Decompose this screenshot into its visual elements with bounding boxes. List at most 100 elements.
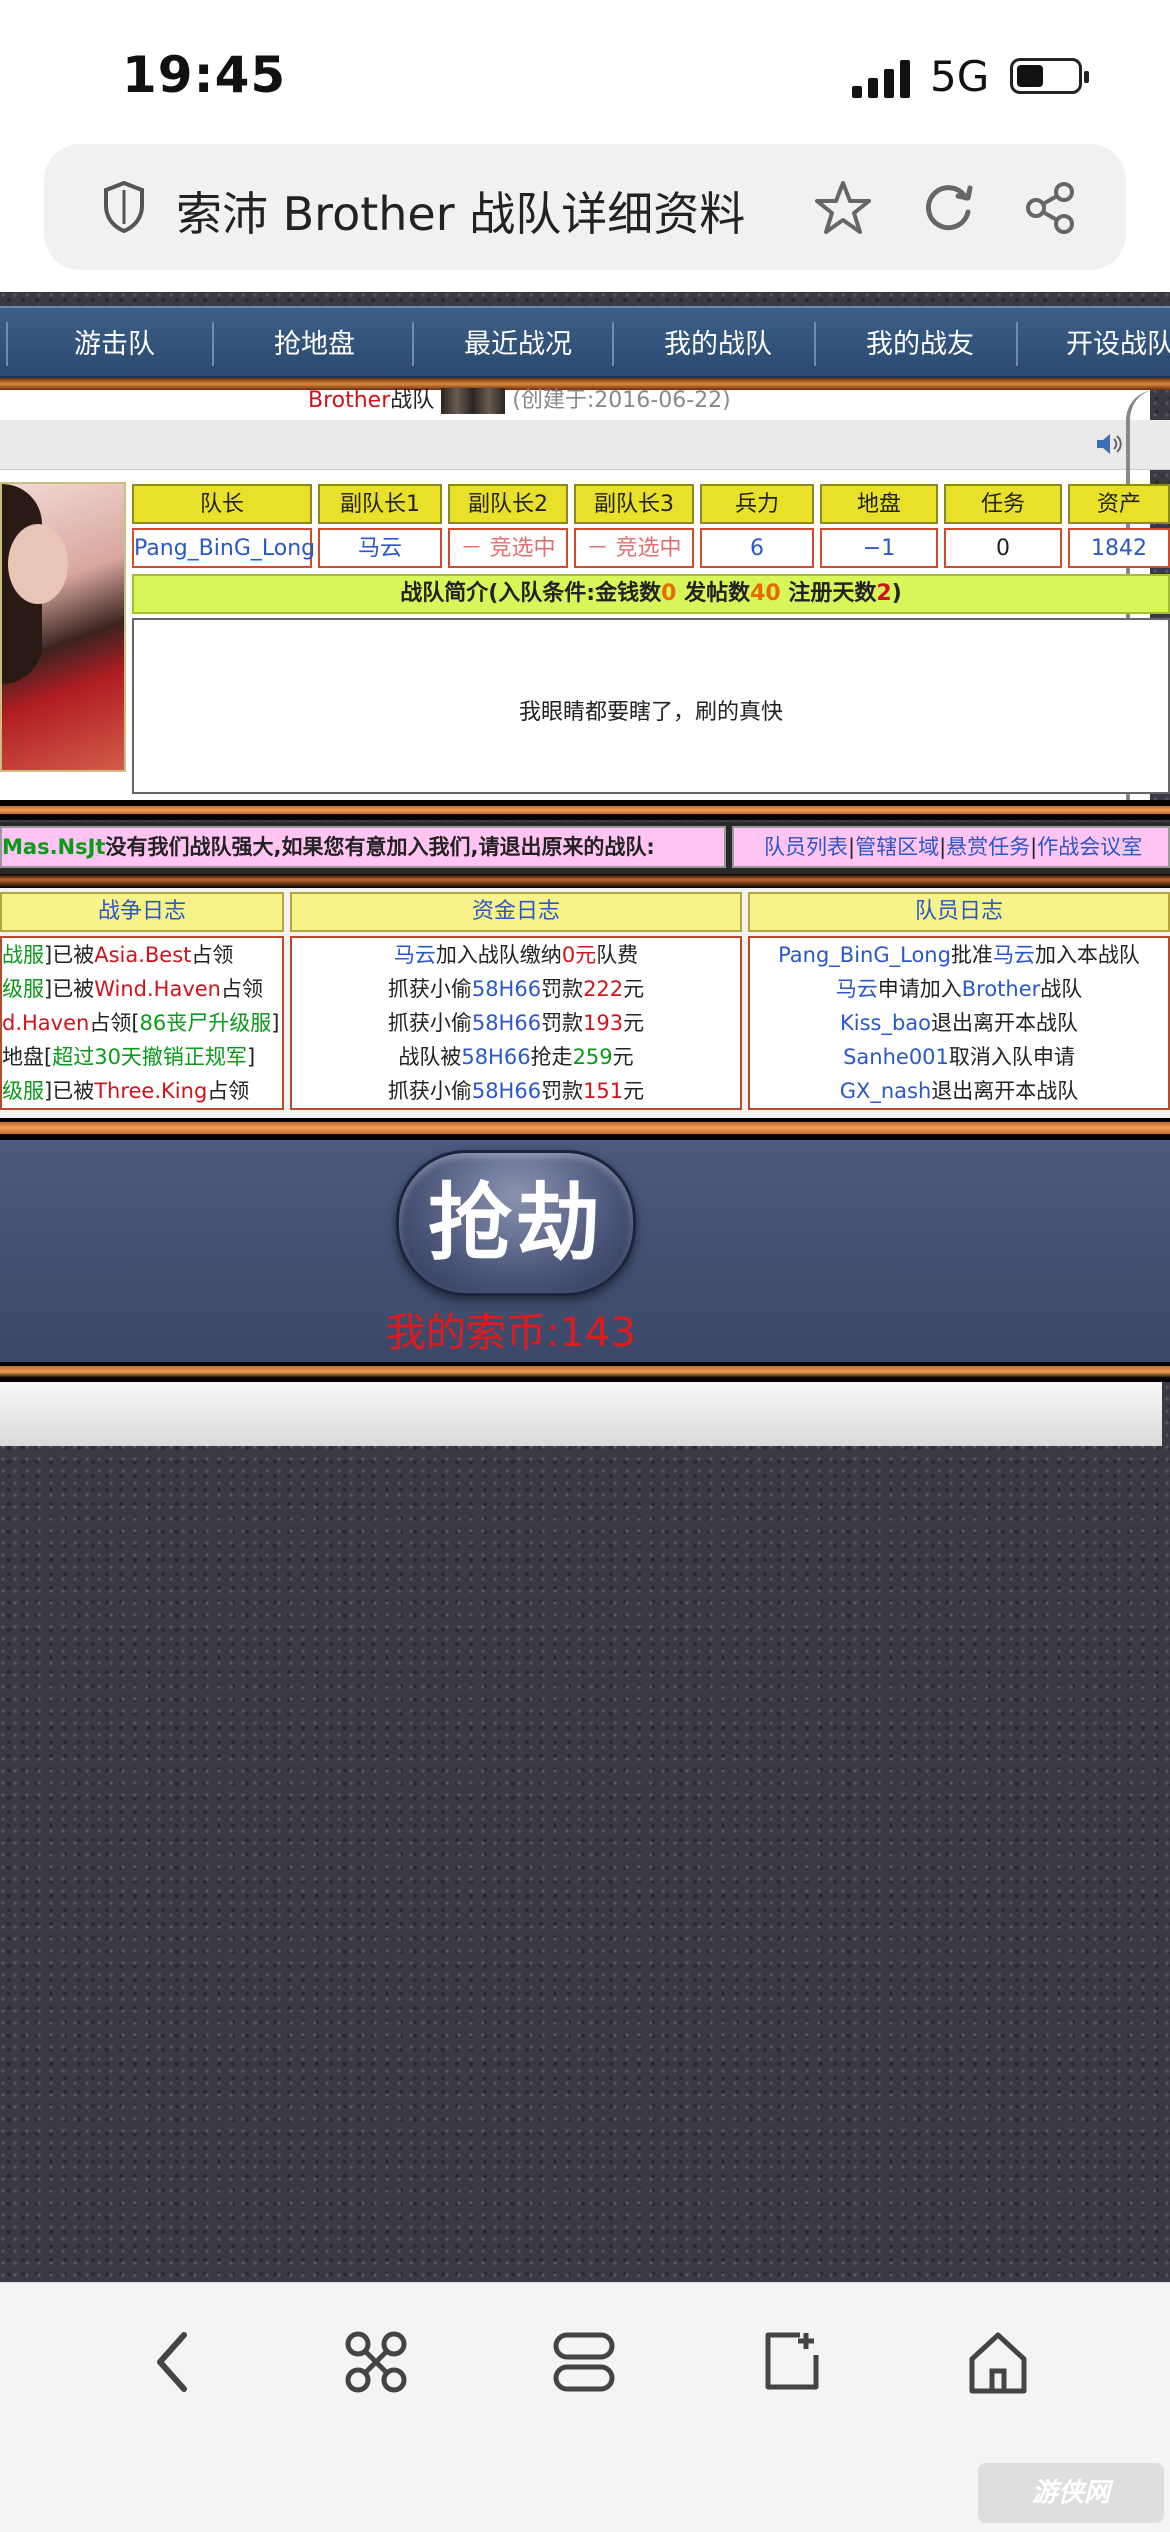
member-log-entry: Kiss_bao退出离开本战队	[839, 1011, 1079, 1035]
star-bookmark-icon[interactable]	[814, 180, 872, 236]
rob-button[interactable]: 抢劫	[396, 1150, 636, 1296]
toolbar-row	[0, 420, 1170, 470]
member-log-entry: GX_nash退出离开本战队	[839, 1079, 1079, 1103]
member-log-entry: 马云申请加入Brother战队	[835, 977, 1083, 1001]
site-watermark-logo: 游侠网	[978, 2463, 1164, 2523]
money-log-entry: 抓获小偷58H66罚款222元	[387, 977, 645, 1001]
roster-troops-value[interactable]: 6	[700, 528, 814, 568]
member-log-title: 队员日志	[748, 892, 1170, 932]
money-log-entry: 抓获小偷58H66罚款193元	[387, 1011, 645, 1035]
my-coins-balance: 我的索币:143	[386, 1310, 636, 1356]
war-log-entry: 级服]已被Wind.Haven占领	[2, 977, 263, 1001]
roster-header-tasks: 任务	[944, 484, 1062, 524]
intro-posts-value: 40	[750, 581, 781, 606]
money-log-entry: 马云加入战队缴纳0元队费	[393, 943, 639, 967]
intro-money-value: 0	[661, 581, 677, 606]
intro-label: 战队简介	[400, 581, 489, 606]
nav-separator	[612, 322, 614, 366]
intro-posts-label: 发帖数	[676, 581, 751, 606]
nav-create-team[interactable]: 开设战队	[1066, 322, 1170, 361]
money-log-title: 资金日志	[290, 892, 742, 932]
roster-vice3-status[interactable]: － 竞选中 －	[574, 528, 694, 599]
tabs-icon[interactable]	[552, 2327, 616, 2397]
apps-icon[interactable]	[344, 2327, 408, 2397]
intro-close-paren: )	[891, 581, 902, 606]
roster-header-assets: 资产	[1068, 484, 1170, 524]
recruit-bar: Mas.NsJt没有我们战队强大,如果您有意加入我们,请退出原来的战队: 队员列…	[0, 822, 1170, 874]
war-log-entry: 地盘[超过30天撤销正规军]	[2, 1045, 256, 1069]
war-log-entry: d.Haven占领[86丧尸升级服]	[2, 1011, 280, 1035]
war-log-entry: 战服]已被Asia.Best占领	[2, 943, 234, 967]
roster-header-vice3: 副队长3	[574, 484, 694, 524]
web-page-content: 游击队 抢地盘 最近战况 我的战队 我的战友 开设战队 Brother战队 (创…	[0, 292, 1170, 2282]
team-intro-box: 我眼睛都要瞎了，刷的真快	[132, 618, 1170, 794]
roster-territory-value[interactable]: −1	[820, 528, 938, 568]
battery-icon	[1010, 58, 1089, 94]
share-icon[interactable]	[1022, 180, 1078, 236]
address-bar[interactable]: 索沛 Brother 战队详细资料	[44, 144, 1126, 270]
team-intro-text: 我眼睛都要瞎了，刷的真快	[518, 700, 783, 725]
team-suffix: 战队	[390, 388, 435, 413]
nav-separator	[212, 322, 214, 366]
war-log-entry: 级服]已被Three.King占领	[2, 1079, 250, 1103]
roster-vice1-link[interactable]: 马云	[318, 528, 442, 568]
money-log-entry: 抓获小偷58H66罚款151元	[387, 1079, 645, 1103]
war-log-list: 战服]已被Asia.Best占领 级服]已被Wind.Haven占领 d.Hav…	[0, 936, 284, 1110]
roster-vice2-status[interactable]: － 竞选中 －	[448, 528, 568, 599]
link-jurisdiction[interactable]: 管辖区域	[855, 835, 939, 859]
recruit-text: 没有我们战队强大,如果您有意加入我们,请退出原来的战队:	[105, 835, 655, 859]
roster-header-vice1: 副队长1	[318, 484, 442, 524]
divider-stripe	[0, 874, 1170, 888]
roster-assets-value[interactable]: 1842	[1068, 528, 1170, 568]
rival-team-name[interactable]: Mas.NsJt	[2, 835, 105, 859]
nav-grab-territory[interactable]: 抢地盘	[274, 322, 355, 361]
home-icon[interactable]	[966, 2327, 1030, 2397]
cellular-signal-icon	[852, 60, 910, 98]
roster-tasks-value: 0	[944, 528, 1062, 568]
network-type: 5G	[930, 52, 990, 101]
team-leader-avatar[interactable]	[0, 482, 126, 772]
page-title: 索沛 Brother 战队详细资料	[176, 187, 746, 241]
nav-separator	[6, 322, 8, 366]
recruit-message: Mas.NsJt没有我们战队强大,如果您有意加入我们,请退出原来的战队:	[0, 826, 726, 868]
nav-separator	[814, 322, 816, 366]
roster-header-territory: 地盘	[820, 484, 938, 524]
top-navigation: 游击队 抢地盘 最近战况 我的战队 我的战友 开设战队	[0, 306, 1170, 378]
nav-guerrilla[interactable]: 游击队	[74, 322, 155, 361]
back-icon[interactable]	[150, 2327, 194, 2397]
roster-header-troops: 兵力	[700, 484, 814, 524]
team-created-date: (创建于:2016-06-22)	[512, 388, 731, 413]
nav-separator	[1016, 322, 1018, 366]
money-log-entry: 战队被58H66抢走259元	[398, 1045, 634, 1069]
new-tab-icon[interactable]	[760, 2327, 824, 2397]
roster-header-vice2: 副队长2	[448, 484, 568, 524]
member-log-entry: Pang_BinG_Long批准马云加入本战队	[778, 943, 1140, 967]
logs-section: 战争日志 资金日志 队员日志 战服]已被Asia.Best占领 级服]已被Win…	[0, 888, 1170, 1118]
rob-section: 抢劫 我的索币:143	[0, 1140, 1170, 1362]
page-footer-panel	[0, 1382, 1162, 1446]
link-bounty-tasks[interactable]: 悬赏任务	[946, 835, 1030, 859]
intro-days-label: 注册天数	[780, 581, 877, 606]
intro-days-value: 2	[876, 581, 892, 606]
status-time: 19:45	[122, 46, 287, 104]
speaker-icon[interactable]	[1094, 430, 1124, 458]
link-war-room[interactable]: 作战会议室	[1037, 835, 1142, 859]
nav-recent-battles[interactable]: 最近战况	[464, 322, 572, 361]
team-links: 队员列表|管辖区域|悬赏任务|作战会议室	[732, 826, 1170, 868]
roster-header-leader: 队长	[132, 484, 312, 524]
team-name[interactable]: Brother	[308, 388, 390, 413]
member-log-entry: Sanhe001取消入队申请	[843, 1045, 1075, 1069]
link-member-list[interactable]: 队员列表	[764, 835, 848, 859]
nav-my-team[interactable]: 我的战队	[664, 322, 772, 361]
divider-stripe	[0, 1118, 1170, 1140]
divider-stripe	[0, 1362, 1170, 1382]
intro-condition-text: (入队条件:金钱数	[488, 581, 662, 606]
nav-separator	[412, 322, 414, 366]
roster-leader-link[interactable]: Pang_BinG_Long	[132, 528, 315, 568]
team-badge-image	[441, 388, 506, 414]
nav-my-comrades[interactable]: 我的战友	[866, 322, 974, 361]
divider-stripe	[0, 800, 1170, 820]
reload-icon[interactable]	[920, 180, 976, 236]
shield-icon[interactable]	[102, 180, 146, 234]
member-log-list: Pang_BinG_Long批准马云加入本战队 马云申请加入Brother战队 …	[748, 936, 1170, 1110]
